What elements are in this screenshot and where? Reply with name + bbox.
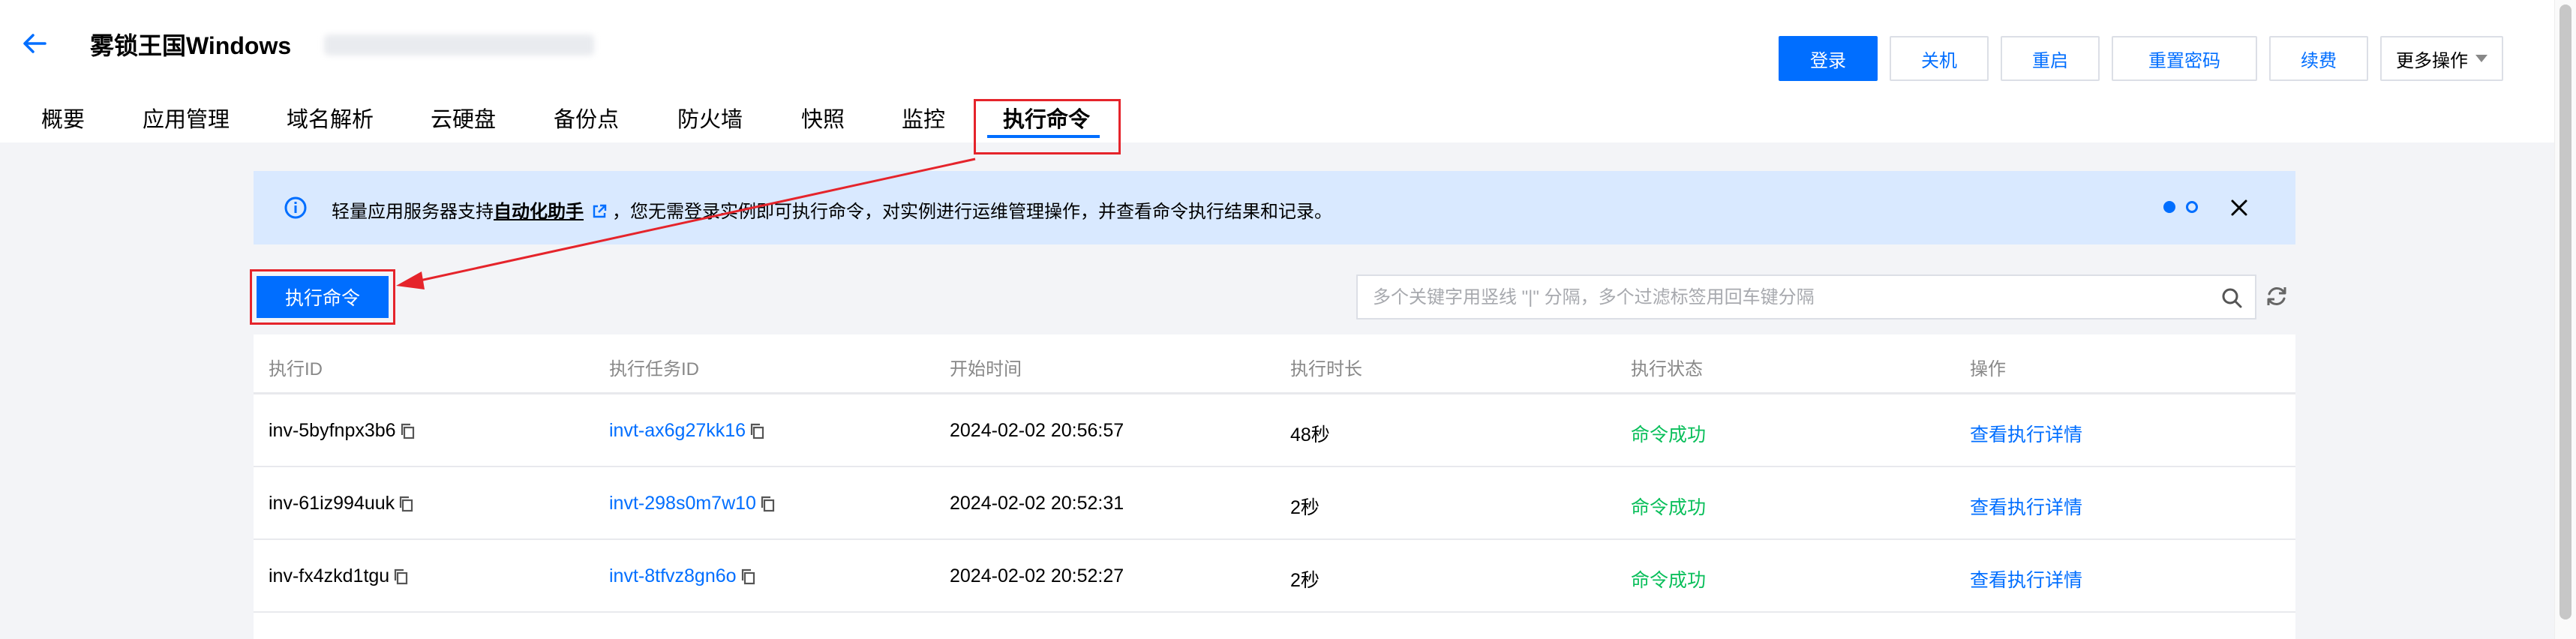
status-text: 命令成功 (1631, 570, 1707, 591)
login-button[interactable]: 登录 (1779, 36, 1878, 81)
tab-monitor[interactable]: 监控 (902, 102, 945, 134)
task-id-link[interactable]: invt-ax6g27kk16 (609, 420, 746, 442)
refresh-icon[interactable] (2264, 284, 2289, 309)
annotation-box-button: 执行命令 (250, 269, 395, 325)
start-time: 2024-02-02 20:52:27 (950, 566, 1124, 586)
reset-password-button[interactable]: 重置密码 (2112, 36, 2257, 81)
view-details-link[interactable]: 查看执行详情 (1970, 420, 2082, 447)
more-actions-dropdown[interactable]: 更多操作 (2380, 36, 2503, 81)
start-time: 2024-02-02 20:56:57 (950, 420, 1124, 441)
duration: 2秒 (1290, 570, 1320, 591)
arrow-left-icon[interactable] (20, 28, 50, 58)
column-header-task-id: 执行任务ID (609, 359, 699, 380)
copy-icon[interactable] (392, 568, 409, 586)
banner-text-before: 轻量应用服务器支持 (332, 202, 494, 222)
renew-button[interactable]: 续费 (2269, 36, 2368, 81)
tab-cloud-disk[interactable]: 云硬盘 (431, 102, 496, 134)
tab-firewall[interactable]: 防火墙 (677, 102, 743, 134)
caret-down-icon (2475, 55, 2487, 62)
exec-id: inv-5byfnpx3b6 (269, 420, 396, 441)
table-header: 执行ID 执行任务ID 开始时间 执行时长 执行状态 操作 (254, 334, 2295, 394)
banner-text: 轻量应用服务器支持自动化助手 ，您无需登录实例即可执行命令，对实例进行运维管理操… (332, 196, 1332, 223)
exec-id: inv-61iz994uuk (269, 493, 395, 514)
tab-dns[interactable]: 域名解析 (287, 102, 374, 134)
search-box (1356, 274, 2256, 320)
banner-text-after: ，您无需登录实例即可执行命令，对实例进行运维管理操作，并查看命令执行结果和记录。 (612, 202, 1332, 222)
annotation-box-tab (974, 99, 1121, 154)
column-header-exec-id: 执行ID (269, 359, 323, 380)
external-link-icon[interactable] (591, 203, 608, 220)
task-id-cell: invt-8tfvz8gn6o (609, 566, 756, 587)
shutdown-button[interactable]: 关机 (1890, 36, 1989, 81)
exec-id: inv-fx4zkd1tgu (269, 566, 390, 586)
column-header-status: 执行状态 (1631, 359, 1703, 380)
tab-snapshot[interactable]: 快照 (801, 102, 845, 134)
restart-button[interactable]: 重启 (2001, 36, 2100, 81)
task-id-link[interactable]: invt-298s0m7w10 (609, 493, 756, 514)
header-actions: 登录 关机 重启 重置密码 续费 更多操作 (1779, 36, 2503, 81)
exec-id-cell: inv-fx4zkd1tgu (269, 566, 409, 587)
search-input[interactable] (1373, 285, 2198, 310)
task-id-link[interactable]: invt-8tfvz8gn6o (609, 566, 737, 587)
copy-icon[interactable] (749, 422, 765, 440)
automation-assistant-link[interactable]: 自动化助手 (494, 202, 584, 222)
view-details-link[interactable]: 查看执行详情 (1970, 566, 2082, 592)
tab-backup[interactable]: 备份点 (554, 102, 619, 134)
execute-command-button[interactable]: 执行命令 (257, 276, 389, 318)
close-icon[interactable] (2228, 196, 2250, 219)
column-header-start-time: 开始时间 (950, 359, 1022, 380)
instance-id-redacted (324, 34, 594, 56)
copy-icon[interactable] (398, 495, 414, 513)
tab-app-management[interactable]: 应用管理 (143, 102, 230, 134)
scrollbar[interactable] (2554, 0, 2576, 639)
copy-icon[interactable] (740, 568, 756, 586)
info-banner: 轻量应用服务器支持自动化助手 ，您无需登录实例即可执行命令，对实例进行运维管理操… (254, 171, 2295, 244)
copy-icon[interactable] (759, 495, 776, 513)
page-header: 雾锁王国Windows 登录 关机 重启 重置密码 续费 更多操作 概要 应用管… (0, 0, 2554, 142)
banner-pagination (2163, 201, 2198, 213)
pagination-dot[interactable] (2186, 201, 2198, 213)
search-icon[interactable] (2220, 286, 2243, 309)
scrollbar-thumb[interactable] (2559, 4, 2571, 620)
pagination-dot-active[interactable] (2163, 201, 2175, 213)
task-id-cell: invt-298s0m7w10 (609, 493, 776, 514)
table-row: inv-61iz994uuk invt-298s0m7w10 2024-02-0… (254, 467, 2295, 540)
table-row: inv-5byfnpx3b6 invt-ax6g27kk16 2024-02-0… (254, 394, 2295, 467)
table-row: inv-fx4zkd1tgu invt-8tfvz8gn6o 2024-02-0… (254, 540, 2295, 613)
column-header-duration: 执行时长 (1290, 359, 1362, 380)
start-time: 2024-02-02 20:52:31 (950, 493, 1124, 514)
page-title: 雾锁王国Windows (90, 32, 292, 59)
copy-icon[interactable] (399, 422, 416, 440)
info-icon (284, 196, 307, 219)
duration: 48秒 (1290, 424, 1330, 446)
exec-id-cell: inv-61iz994uuk (269, 493, 414, 514)
task-id-cell: invt-ax6g27kk16 (609, 420, 765, 442)
column-header-action: 操作 (1970, 359, 2006, 380)
view-details-link[interactable]: 查看执行详情 (1970, 493, 2082, 520)
tab-overview[interactable]: 概要 (41, 102, 85, 134)
tab-bar: 概要 应用管理 域名解析 云硬盘 备份点 防火墙 快照 监控 执行命令 (0, 102, 2554, 142)
execution-table: 执行ID 执行任务ID 开始时间 执行时长 执行状态 操作 inv-5byfnp… (254, 334, 2295, 639)
duration: 2秒 (1290, 497, 1320, 518)
status-text: 命令成功 (1631, 497, 1707, 518)
more-actions-label: 更多操作 (2396, 50, 2468, 71)
exec-id-cell: inv-5byfnpx3b6 (269, 420, 416, 442)
status-text: 命令成功 (1631, 424, 1707, 446)
